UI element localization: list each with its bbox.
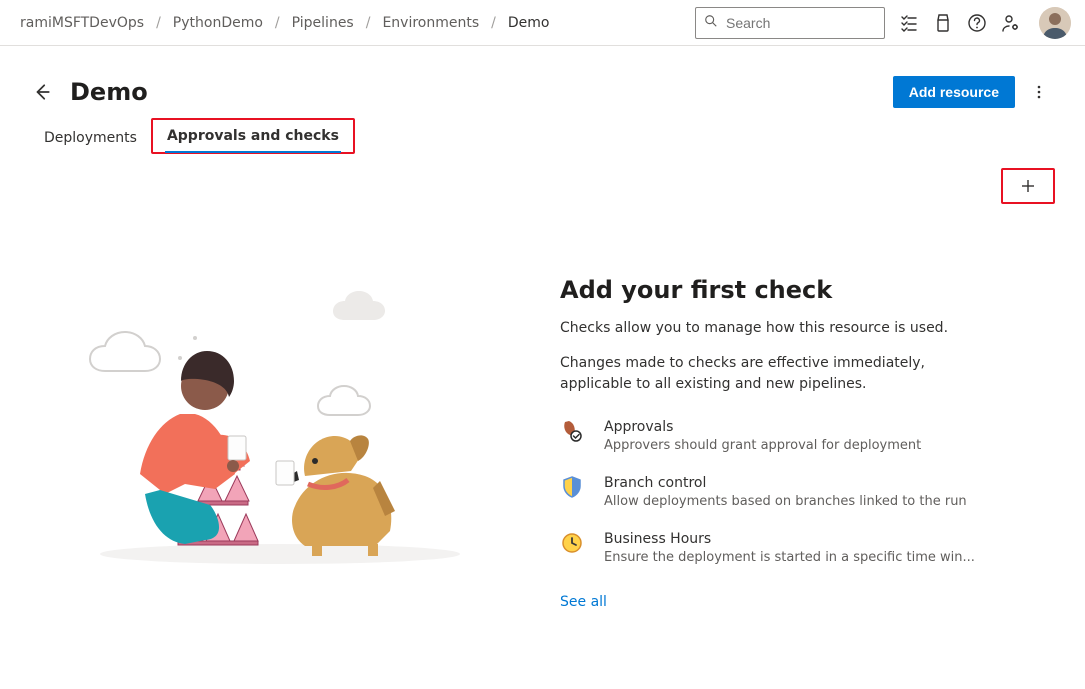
empty-illustration xyxy=(50,266,480,566)
check-description: Allow deployments based on branches link… xyxy=(604,493,990,511)
breadcrumb-item[interactable]: Pipelines xyxy=(286,11,360,35)
tab-approvals-and-checks[interactable]: Approvals and checks xyxy=(151,118,355,154)
check-suggestions-list: Approvals Approvers should grant approva… xyxy=(560,419,990,568)
empty-state: Add your first check Checks allow you to… xyxy=(30,266,1055,610)
breadcrumb-item[interactable]: ramiMSFTDevOps xyxy=(14,11,150,35)
search-icon xyxy=(704,14,718,32)
check-description: Ensure the deployment is started in a sp… xyxy=(604,549,990,567)
avatar[interactable] xyxy=(1039,7,1071,39)
check-title: Approvals xyxy=(604,419,990,435)
see-all-link[interactable]: See all xyxy=(560,594,990,610)
tasklist-icon[interactable] xyxy=(899,13,919,33)
empty-paragraph: Changes made to checks are effective imm… xyxy=(560,353,990,395)
check-title: Business Hours xyxy=(604,531,990,547)
page-title: Demo xyxy=(70,78,148,106)
empty-paragraph: Checks allow you to manage how this reso… xyxy=(560,318,990,339)
back-button[interactable] xyxy=(30,80,54,104)
check-description: Approvers should grant approval for depl… xyxy=(604,437,990,455)
breadcrumb-item[interactable]: PythonDemo xyxy=(167,11,269,35)
help-icon[interactable] xyxy=(967,13,987,33)
breadcrumb-item-current[interactable]: Demo xyxy=(502,11,556,35)
add-check-button[interactable] xyxy=(1001,168,1055,204)
top-icon-bar xyxy=(899,7,1071,39)
empty-heading: Add your first check xyxy=(560,276,990,304)
content-area: Add your first check Checks allow you to… xyxy=(0,154,1085,622)
breadcrumb-separator: / xyxy=(364,15,373,31)
tabs: Deployments Approvals and checks xyxy=(0,118,1085,154)
check-item-branch-control[interactable]: Branch control Allow deployments based o… xyxy=(560,475,990,511)
breadcrumb-item[interactable]: Environments xyxy=(376,11,485,35)
user-settings-icon[interactable] xyxy=(1001,13,1021,33)
breadcrumb-separator: / xyxy=(154,15,163,31)
tab-deployments[interactable]: Deployments xyxy=(30,122,151,154)
empty-state-text: Add your first check Checks allow you to… xyxy=(560,266,990,610)
breadcrumb: ramiMSFTDevOps / PythonDemo / Pipelines … xyxy=(14,11,695,35)
breadcrumb-separator: / xyxy=(273,15,282,31)
plus-icon xyxy=(1020,178,1036,194)
search-input[interactable] xyxy=(724,14,876,32)
clock-icon xyxy=(560,531,584,555)
more-actions-button[interactable] xyxy=(1023,76,1055,108)
add-resource-button[interactable]: Add resource xyxy=(893,76,1015,108)
check-item-approvals[interactable]: Approvals Approvers should grant approva… xyxy=(560,419,990,455)
approvals-icon xyxy=(560,419,584,443)
breadcrumb-separator: / xyxy=(489,15,498,31)
marketplace-icon[interactable] xyxy=(933,13,953,33)
page-header: Demo Add resource xyxy=(0,46,1085,118)
check-item-business-hours[interactable]: Business Hours Ensure the deployment is … xyxy=(560,531,990,567)
search-box[interactable] xyxy=(695,7,885,39)
shield-icon xyxy=(560,475,584,499)
top-bar: ramiMSFTDevOps / PythonDemo / Pipelines … xyxy=(0,0,1085,46)
check-title: Branch control xyxy=(604,475,990,491)
